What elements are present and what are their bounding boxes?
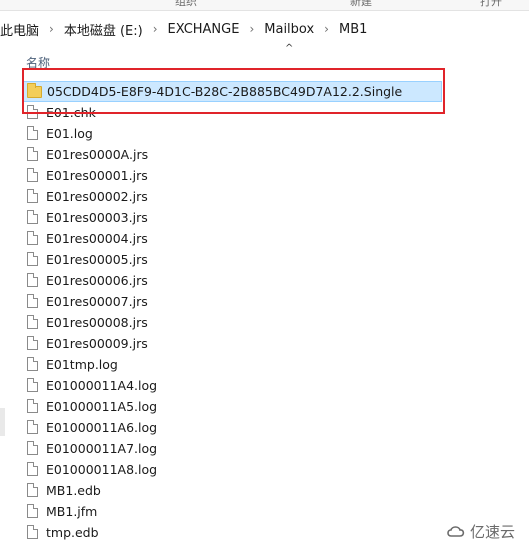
file-row[interactable]: E01res00007.jrs xyxy=(22,291,442,312)
file-icon xyxy=(26,503,40,520)
watermark: 亿速云 xyxy=(446,521,515,542)
breadcrumb-mb1[interactable]: MB1 xyxy=(337,22,369,37)
file-name: E01res00003.jrs xyxy=(46,210,148,225)
file-row[interactable]: E01000011A7.log xyxy=(22,438,442,459)
file-icon xyxy=(26,419,40,436)
file-name: E01res00006.jrs xyxy=(46,273,148,288)
file-name: E01000011A6.log xyxy=(46,420,158,435)
file-icon xyxy=(26,524,40,541)
file-name: E01res00008.jrs xyxy=(46,315,148,330)
file-name: E01000011A8.log xyxy=(46,462,158,477)
watermark-text: 亿速云 xyxy=(469,523,515,541)
file-row[interactable]: E01res00008.jrs xyxy=(22,312,442,333)
file-name: E01res00009.jrs xyxy=(46,336,148,351)
chevron-right-icon[interactable]: › xyxy=(316,22,337,36)
file-icon xyxy=(26,146,40,163)
file-name: E01res00002.jrs xyxy=(46,189,148,204)
file-icon xyxy=(26,104,40,121)
cloud-logo-icon xyxy=(447,525,465,537)
file-row[interactable]: MB1.edb xyxy=(22,480,442,501)
chevron-right-icon[interactable]: › xyxy=(41,22,62,36)
file-name: E01res0000A.jrs xyxy=(46,147,149,162)
file-row[interactable]: E01res00005.jrs xyxy=(22,249,442,270)
file-name: MB1.jfm xyxy=(46,504,98,519)
file-icon xyxy=(26,251,40,268)
file-name: E01000011A7.log xyxy=(46,441,158,456)
file-row[interactable]: E01res00009.jrs xyxy=(22,333,442,354)
file-list-pane: 名称 ^ 05CDD4D5-E8F9-4D1C-B28C-2B885BC49D7… xyxy=(0,43,529,546)
ribbon-group-organize[interactable]: 组织 xyxy=(175,0,197,9)
file-name: E01res00004.jrs xyxy=(46,231,148,246)
ribbon-group-open[interactable]: 打开 xyxy=(480,0,502,9)
file-icon xyxy=(26,293,40,310)
file-row[interactable]: E01tmp.log xyxy=(22,354,442,375)
breadcrumb-this-pc[interactable]: 此电脑 xyxy=(0,20,41,39)
column-name-label[interactable]: 名称 xyxy=(26,54,50,71)
navigation-scroll-mark[interactable] xyxy=(0,408,5,436)
file-icon xyxy=(26,209,40,226)
file-icon xyxy=(26,314,40,331)
file-row[interactable]: MB1.jfm xyxy=(22,501,442,522)
file-icon xyxy=(26,482,40,499)
folder-icon xyxy=(27,83,42,100)
file-row[interactable]: E01000011A8.log xyxy=(22,459,442,480)
file-row[interactable]: E01res00004.jrs xyxy=(22,228,442,249)
file-row[interactable]: E01res00006.jrs xyxy=(22,270,442,291)
file-row[interactable]: E01res00003.jrs xyxy=(22,207,442,228)
file-name: E01tmp.log xyxy=(46,357,118,372)
file-icon xyxy=(26,188,40,205)
file-icon xyxy=(26,461,40,478)
file-row[interactable]: E01000011A4.log xyxy=(22,375,442,396)
file-name: E01res00005.jrs xyxy=(46,252,148,267)
file-icon xyxy=(26,167,40,184)
breadcrumb-exchange[interactable]: EXCHANGE xyxy=(166,22,242,37)
file-name: tmp.edb xyxy=(46,525,99,540)
file-icon xyxy=(26,440,40,457)
file-name: E01.log xyxy=(46,126,93,141)
column-header[interactable]: 名称 ^ xyxy=(22,43,522,72)
navigation-pane-edge xyxy=(0,46,14,546)
file-row[interactable]: E01.log xyxy=(22,123,442,144)
chevron-right-icon[interactable]: › xyxy=(145,22,166,36)
file-name: E01000011A5.log xyxy=(46,399,158,414)
file-row[interactable]: E01000011A6.log xyxy=(22,417,442,438)
file-name: E01000011A4.log xyxy=(46,378,158,393)
file-icon xyxy=(26,398,40,415)
breadcrumb-mailbox[interactable]: Mailbox xyxy=(262,22,316,37)
chevron-right-icon[interactable]: › xyxy=(241,22,262,36)
ribbon-group-new[interactable]: 新建 xyxy=(350,0,372,9)
file-name: E01res00001.jrs xyxy=(46,168,148,183)
file-row[interactable]: E01res00002.jrs xyxy=(22,186,442,207)
file-name: MB1.edb xyxy=(46,483,101,498)
file-row[interactable]: E01res00001.jrs xyxy=(22,165,442,186)
folder-row[interactable]: 05CDD4D5-E8F9-4D1C-B28C-2B885BC49D7A12.2… xyxy=(22,81,442,102)
file-row[interactable]: E01000011A5.log xyxy=(22,396,442,417)
breadcrumb-local-disk[interactable]: 本地磁盘 (E:) xyxy=(62,20,145,39)
file-row[interactable]: E01.chk xyxy=(22,102,442,123)
ribbon-bar: 组织 新建 打开 xyxy=(0,0,529,11)
file-icon xyxy=(26,335,40,352)
file-row[interactable]: tmp.edb xyxy=(22,522,442,543)
file-row[interactable]: E01res0000A.jrs xyxy=(22,144,442,165)
file-icon xyxy=(26,272,40,289)
file-icon xyxy=(26,230,40,247)
file-name: E01res00007.jrs xyxy=(46,294,148,309)
file-icon xyxy=(26,377,40,394)
sort-ascending-icon: ^ xyxy=(285,43,294,54)
file-name: 05CDD4D5-E8F9-4D1C-B28C-2B885BC49D7A12.2… xyxy=(47,84,403,99)
address-bar[interactable]: 此电脑 › 本地磁盘 (E:) › EXCHANGE › Mailbox › M… xyxy=(0,14,529,44)
file-icon xyxy=(26,125,40,142)
file-icon xyxy=(26,356,40,373)
file-name: E01.chk xyxy=(46,105,96,120)
